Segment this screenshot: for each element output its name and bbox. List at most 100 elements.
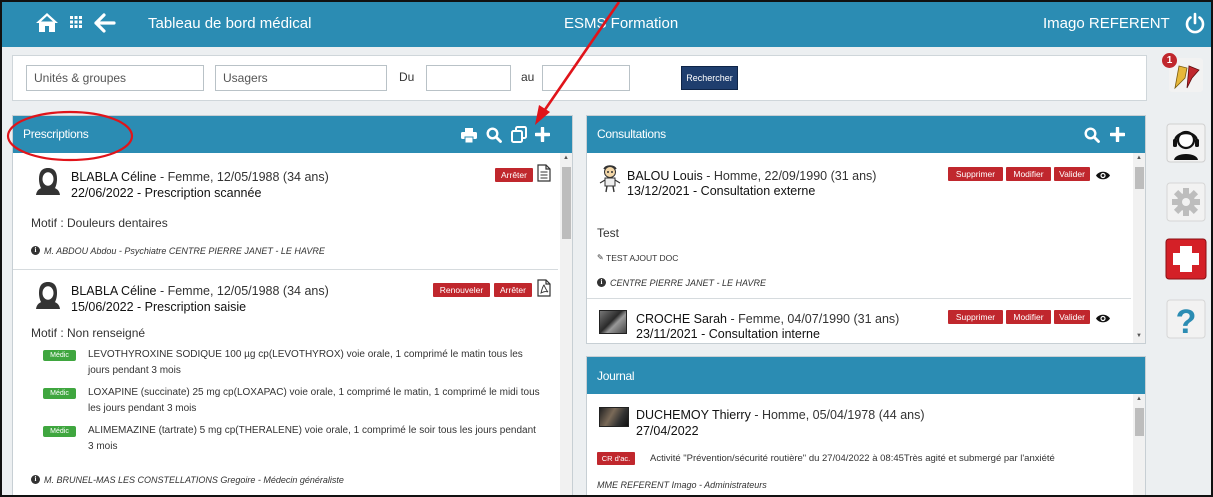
help-question-icon[interactable]: ? — [1165, 298, 1207, 340]
journal-entry[interactable]: DUCHEMOY Thierry - Homme, 05/04/1978 (44… — [587, 394, 1131, 495]
scroll-down-arrow-icon[interactable]: ▼ — [1134, 333, 1144, 339]
search-icon[interactable] — [486, 127, 502, 148]
plus-icon[interactable] — [1109, 126, 1126, 147]
scroll-up-arrow-icon[interactable]: ▲ — [1134, 396, 1144, 402]
grid-icon[interactable] — [70, 16, 82, 28]
patient-name[interactable]: BLABLA Céline — [71, 284, 156, 298]
prescription-motif: Motif : Non renseigné — [31, 326, 146, 340]
female-avatar-icon — [35, 281, 61, 314]
patient-name-line: BLABLA Céline - Femme, 12/05/1988 (34 an… — [71, 170, 329, 184]
support-headset-icon[interactable] — [1165, 122, 1207, 164]
cartoon-avatar-icon — [599, 165, 621, 198]
notification-flag-icon[interactable]: 1 — [1162, 53, 1207, 96]
date-from-input[interactable] — [426, 65, 511, 91]
patient-name[interactable]: CROCHE Sarah — [636, 312, 727, 326]
stop-button[interactable]: Arrêter — [494, 283, 532, 297]
journal-title: Journal — [597, 369, 635, 383]
patient-photo — [599, 310, 627, 334]
consultation-entry[interactable]: CROCHE Sarah - Femme, 04/07/1990 (31 ans… — [587, 300, 1131, 343]
eye-icon[interactable] — [1095, 168, 1111, 186]
prescriber-info: M. ABDOU Abdou - Psychiatre CENTRE PIERR… — [44, 246, 325, 256]
stop-button[interactable]: Arrêter — [495, 168, 533, 182]
attachment-name[interactable]: TEST AJOUT DOC — [606, 253, 678, 263]
duplicate-icon[interactable] — [511, 126, 527, 148]
prescriptions-panel: Prescriptions BLABLA Céline - Femme, 12/… — [12, 115, 573, 495]
medication-badge: Médic — [43, 388, 76, 399]
patient-meta: - Femme, 04/07/1990 (31 ans) — [727, 312, 900, 326]
medication-text: LOXAPINE (succinate) 25 mg cp(LOXAPAC) v… — [88, 387, 540, 414]
prescription-date: 22/06/2022 - Prescription scannée — [71, 186, 262, 200]
female-avatar-icon — [35, 167, 61, 200]
consultation-date: 23/11/2021 - Consultation interne — [636, 327, 820, 341]
medication-text: ALIMEMAZINE (tartrate) 5 mg cp(THERALENE… — [88, 425, 536, 452]
prescriptions-scrollbar[interactable]: ▲ — [560, 153, 572, 495]
delete-button[interactable]: Supprimer — [948, 310, 1003, 324]
consultation-entry[interactable]: BALOU Louis - Homme, 22/09/1990 (31 ans)… — [587, 153, 1131, 299]
from-label: Du — [399, 70, 415, 84]
eye-icon[interactable] — [1095, 311, 1111, 329]
users-input[interactable]: Usagers — [215, 65, 387, 91]
consultations-header: Consultations — [587, 116, 1145, 153]
scroll-thumb[interactable] — [562, 167, 571, 239]
medication-row: Médic ALIMEMAZINE (tartrate) 5 mg cp(THE… — [23, 423, 543, 457]
prescription-entry[interactable]: BLABLA Céline - Femme, 12/05/1988 (34 an… — [13, 153, 558, 270]
medication-row: Médic LEVOTHYROXINE SODIQUE 100 µg cp(LE… — [23, 347, 543, 381]
journal-date: 27/04/2022 — [636, 424, 699, 438]
consultation-date: 13/12/2021 - Consultation externe — [627, 184, 816, 198]
renew-button[interactable]: Renouveler — [433, 283, 490, 297]
patient-meta: - Femme, 12/05/1988 (34 ans) — [156, 284, 329, 298]
filter-bar: Unités & groupes Usagers Du au Recherche… — [12, 55, 1147, 101]
page-title: Tableau de bord médical — [148, 15, 312, 32]
scroll-up-arrow-icon[interactable]: ▲ — [561, 155, 571, 161]
to-label: au — [521, 70, 535, 84]
consultations-panel: Consultations BALOU Louis - Homme, 22/09… — [586, 115, 1146, 344]
user-name[interactable]: Imago REFERENT — [1043, 15, 1170, 32]
document-icon[interactable] — [537, 164, 551, 187]
back-arrow-icon[interactable] — [94, 12, 116, 34]
medication-badge: Médic — [43, 350, 76, 361]
prescription-entry[interactable]: BLABLA Céline - Femme, 12/05/1988 (34 an… — [13, 271, 558, 495]
plus-icon[interactable] — [534, 126, 551, 147]
delete-button[interactable]: Supprimer — [948, 167, 1003, 181]
scroll-up-arrow-icon[interactable]: ▲ — [1134, 155, 1144, 161]
consultations-title: Consultations — [597, 127, 666, 141]
svg-text:?: ? — [1176, 303, 1197, 340]
report-badge: CR d'ac. — [597, 452, 635, 465]
date-to-input[interactable] — [542, 65, 630, 91]
scroll-thumb[interactable] — [1135, 408, 1144, 436]
patient-name-line: DUCHEMOY Thierry - Homme, 05/04/1978 (44… — [636, 408, 925, 422]
validate-button[interactable]: Valider — [1054, 167, 1090, 181]
patient-name[interactable]: DUCHEMOY Thierry — [636, 408, 751, 422]
settings-gear-icon[interactable] — [1165, 181, 1207, 223]
app-window: Tableau de bord médical ESMS Formation I… — [0, 0, 1213, 497]
notification-count-badge: 1 — [1162, 53, 1177, 68]
units-groups-input[interactable]: Unités & groupes — [26, 65, 204, 91]
patient-name-line: BALOU Louis - Homme, 22/09/1990 (31 ans) — [627, 169, 876, 183]
prescriptions-title: Prescriptions — [23, 127, 89, 141]
medical-cross-icon[interactable] — [1165, 238, 1207, 280]
patient-name[interactable]: BALOU Louis — [627, 169, 703, 183]
edit-button[interactable]: Modifier — [1006, 310, 1051, 324]
edit-button[interactable]: Modifier — [1006, 167, 1051, 181]
search-button[interactable]: Rechercher — [681, 66, 738, 90]
attachment-icon: ✎ — [597, 253, 604, 262]
home-icon[interactable] — [35, 11, 59, 33]
consultation-note: Test — [597, 226, 620, 240]
consultations-scrollbar[interactable]: ▲ ▼ — [1133, 153, 1145, 343]
patient-name-line: CROCHE Sarah - Femme, 04/07/1990 (31 ans… — [636, 312, 899, 326]
patient-meta: - Homme, 22/09/1990 (31 ans) — [702, 169, 877, 183]
search-icon[interactable] — [1084, 127, 1100, 148]
power-icon[interactable] — [1184, 12, 1206, 34]
prescription-date: 15/06/2022 - Prescription saisie — [71, 300, 247, 314]
patient-photo — [599, 407, 629, 427]
medication-row: Médic LOXAPINE (succinate) 25 mg cp(LOXA… — [23, 385, 543, 419]
journal-scrollbar[interactable]: ▲ — [1133, 394, 1145, 495]
medication-text: LEVOTHYROXINE SODIQUE 100 µg cp(LEVOTHYR… — [88, 349, 523, 376]
pdf-icon[interactable] — [537, 279, 551, 302]
scroll-thumb[interactable] — [1135, 167, 1144, 189]
patient-name[interactable]: BLABLA Céline — [71, 170, 156, 184]
journal-panel: Journal DUCHEMOY Thierry - Homme, 05/04/… — [586, 356, 1146, 495]
patient-meta: - Homme, 05/04/1978 (44 ans) — [750, 408, 925, 422]
validate-button[interactable]: Valider — [1054, 310, 1090, 324]
print-icon[interactable] — [461, 128, 477, 148]
